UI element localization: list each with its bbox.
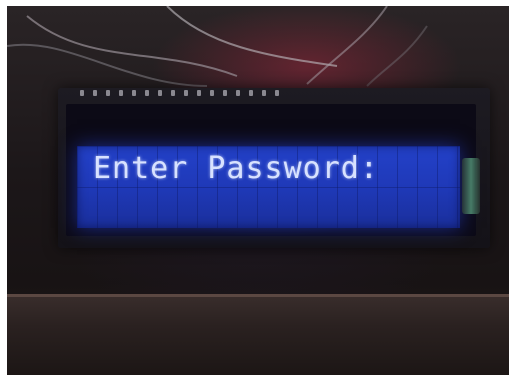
lcd-screen: Enter Password: [77, 146, 460, 228]
pin [171, 90, 175, 96]
pin [93, 90, 97, 96]
pin [184, 90, 188, 96]
pin [197, 90, 201, 96]
pin [145, 90, 149, 96]
pin [262, 90, 266, 96]
lcd-line-2 [77, 187, 460, 228]
header-pins [80, 88, 300, 98]
pin [223, 90, 227, 96]
contrast-potentiometer [462, 158, 480, 214]
pin [210, 90, 214, 96]
pin [106, 90, 110, 96]
pin [249, 90, 253, 96]
pin [158, 90, 162, 96]
pin [132, 90, 136, 96]
lcd-line-1: Enter Password: [93, 151, 379, 186]
wire-1 [26, 15, 238, 77]
pin [275, 90, 279, 96]
pin [119, 90, 123, 96]
shelf-edge [7, 294, 509, 297]
pin [80, 90, 84, 96]
wire-4 [306, 6, 388, 85]
wire-5 [366, 25, 428, 87]
wire-3 [166, 6, 338, 67]
pin [236, 90, 240, 96]
shelf [7, 294, 509, 375]
